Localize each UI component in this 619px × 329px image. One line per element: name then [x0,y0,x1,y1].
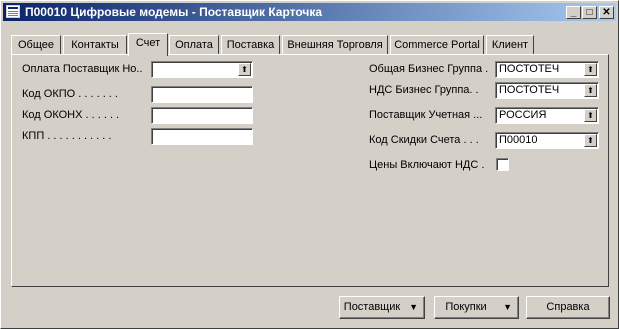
vat-bus-posting-group-label: НДС Бизнес Группа. . [369,84,479,96]
help-button[interactable]: Справка [526,296,610,319]
gen-bus-posting-group-label: Общая Бизнес Группа . [369,63,489,75]
window-title: П00010 Цифровые модемы - Поставщик Карто… [25,5,323,19]
vendor-card-window: П00010 Цифровые модемы - Поставщик Карто… [0,0,619,329]
lookup-arrow-icon[interactable]: ⬆ [584,63,597,76]
okpo-field[interactable] [151,86,253,103]
tab-foreign-trade[interactable]: Внешняя Торговля [282,35,388,55]
app-form-icon [6,5,20,18]
tab-general[interactable]: Общее [11,35,61,55]
tab-customer[interactable]: Клиент [486,35,534,55]
vendor-menu-label: Поставщик [343,301,401,313]
maximize-button[interactable]: □ [582,6,597,19]
invoice-disc-code-value: П00010 [499,134,538,146]
okpo-label: Код ОКПО . . . . . . . [22,88,118,100]
tab-payment[interactable]: Оплата [169,35,219,55]
lookup-arrow-icon[interactable]: ⬆ [584,134,597,147]
vat-bus-posting-group-field[interactable]: ПОСТОТЕЧ ⬆ [495,82,599,99]
purchases-menu-button[interactable]: Покупки ▼ [434,296,519,319]
prices-incl-vat-checkbox[interactable] [496,158,509,171]
lookup-arrow-icon[interactable]: ⬆ [238,63,251,76]
minimize-button[interactable]: _ [566,6,581,19]
tab-account[interactable]: Счет [128,33,168,56]
vendor-posting-group-label: Поставщик Учетная ... [369,109,483,121]
vendor-posting-group-value: РОССИЯ [499,109,547,121]
help-button-label: Справка [546,301,590,313]
payment-vendor-field[interactable]: ⬆ [151,61,253,78]
vendor-posting-group-field[interactable]: РОССИЯ ⬆ [495,107,599,124]
invoice-disc-code-label: Код Скидки Счета . . . [369,134,479,146]
menu-arrow-icon: ▼ [409,302,418,312]
gen-bus-posting-group-value: ПОСТОТЕЧ [499,63,560,75]
kpp-field[interactable] [151,128,253,145]
vendor-menu-button[interactable]: Поставщик ▼ [339,296,425,319]
prices-incl-vat-label: Цены Включают НДС . [369,159,485,171]
tab-delivery[interactable]: Поставка [221,35,280,55]
payment-vendor-label: Оплата Поставщик Но.. [22,63,143,75]
purchases-menu-label: Покупки [445,301,487,313]
menu-arrow-icon: ▼ [503,302,512,312]
tab-commerce-portal[interactable]: Commerce Portal [390,35,484,55]
gen-bus-posting-group-field[interactable]: ПОСТОТЕЧ ⬆ [495,61,599,78]
okonh-field[interactable] [151,107,253,124]
close-button[interactable]: ✕ [599,6,614,19]
title-bar[interactable]: П00010 Цифровые модемы - Поставщик Карто… [3,3,616,21]
kpp-label: КПП . . . . . . . . . . . [22,130,112,142]
tab-contacts[interactable]: Контакты [63,35,127,55]
lookup-arrow-icon[interactable]: ⬆ [584,84,597,97]
vat-bus-posting-group-value: ПОСТОТЕЧ [499,84,560,96]
invoice-disc-code-field[interactable]: П00010 ⬆ [495,132,599,149]
okonh-label: Код ОКОНХ . . . . . . [22,109,120,121]
lookup-arrow-icon[interactable]: ⬆ [584,109,597,122]
